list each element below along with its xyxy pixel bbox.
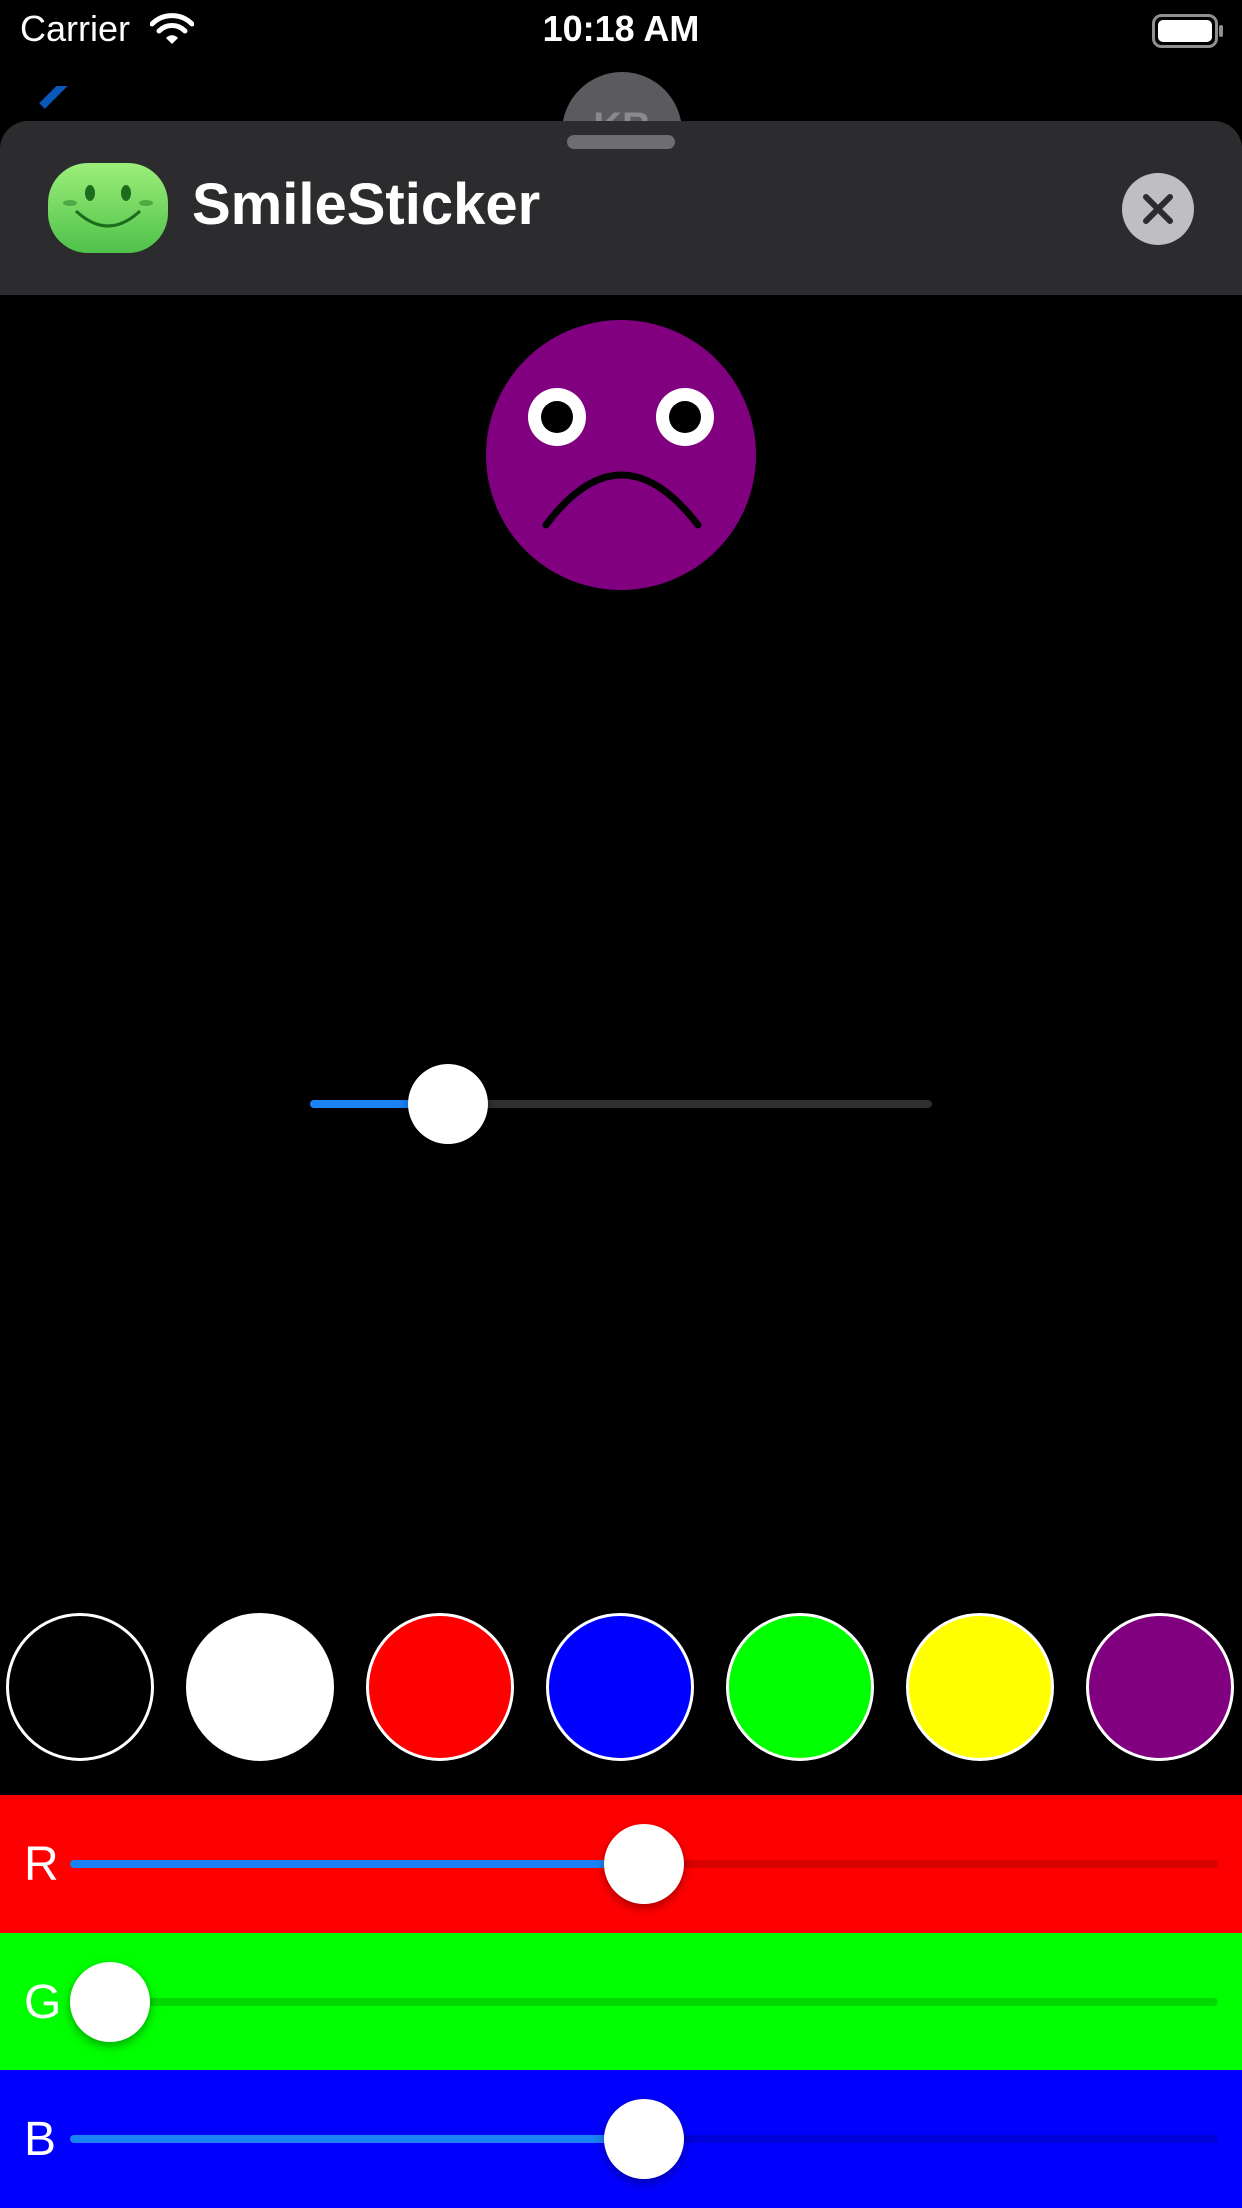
app-icon-smiley: [48, 163, 168, 253]
swatch-yellow[interactable]: [906, 1613, 1054, 1761]
red-channel-row: R: [0, 1795, 1242, 1933]
swatch-white[interactable]: [186, 1613, 334, 1761]
close-icon: [1143, 194, 1173, 224]
red-channel-label: R: [24, 1838, 59, 1891]
size-slider[interactable]: [310, 1064, 932, 1144]
blue-channel-label: B: [24, 2113, 57, 2166]
app-title: SmileSticker: [192, 172, 541, 237]
sticker-face[interactable]: [486, 320, 756, 590]
size-slider-thumb[interactable]: [407, 1064, 488, 1144]
swatch-red[interactable]: [366, 1613, 514, 1761]
green-channel-label: G: [24, 1976, 62, 2029]
blue-slider-fill: [70, 2135, 644, 2143]
blue-channel-row: B: [0, 2070, 1242, 2208]
red-slider[interactable]: [70, 1824, 1218, 1904]
green-slider[interactable]: [70, 1962, 1218, 2042]
swatch-black[interactable]: [6, 1613, 154, 1761]
sheet-header: SmileSticker: [0, 121, 1242, 295]
swatch-blue[interactable]: [546, 1613, 694, 1761]
swatch-purple[interactable]: [1086, 1613, 1234, 1761]
blue-slider-thumb[interactable]: [604, 2099, 684, 2179]
status-bar: Carrier 10:18 AM: [0, 0, 1242, 62]
color-swatches: [0, 1612, 1242, 1764]
red-slider-fill: [70, 1860, 644, 1868]
red-slider-thumb[interactable]: [604, 1824, 684, 1904]
green-slider-track: [70, 1998, 1218, 2006]
green-slider-thumb[interactable]: [70, 1962, 150, 2042]
close-button[interactable]: [1122, 173, 1194, 245]
green-channel-row: G: [0, 1933, 1242, 2071]
battery-icon: [1152, 14, 1224, 53]
sheet-grabber[interactable]: [567, 135, 675, 149]
blue-slider[interactable]: [70, 2099, 1218, 2179]
clock: 10:18 AM: [542, 8, 700, 49]
back-chevron-icon[interactable]: [34, 86, 74, 126]
swatch-green[interactable]: [726, 1613, 874, 1761]
